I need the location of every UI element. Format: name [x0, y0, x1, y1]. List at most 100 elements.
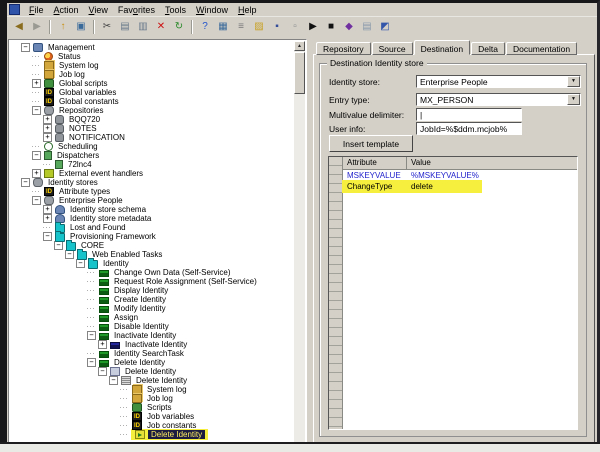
- tree-item-system-log[interactable]: System log: [10, 61, 293, 70]
- scrollbar-up-icon[interactable]: ▲: [294, 41, 305, 51]
- tree-item-attribute-types[interactable]: Attribute types: [10, 187, 293, 196]
- tree-expander-toggle[interactable]: −: [109, 376, 118, 385]
- tree-item-identity-searchtask[interactable]: Identity SearchTask: [10, 349, 293, 358]
- identity-store-select[interactable]: Enterprise People ▼: [416, 75, 581, 88]
- tree-item-identity-store-schema[interactable]: + Identity store schema: [10, 205, 293, 214]
- show-window-button[interactable]: ▦: [214, 19, 232, 36]
- attribute-column-header[interactable]: Attribute: [343, 157, 407, 169]
- tab-repository[interactable]: Repository: [316, 42, 371, 55]
- tree-item-delete-identity[interactable]: Delete Identity: [10, 428, 293, 440]
- tree-expander-toggle[interactable]: −: [76, 259, 85, 268]
- chevron-down-icon[interactable]: ▼: [567, 94, 580, 105]
- table-row[interactable]: MSKEYVALUE %MSKEYVALUE%: [343, 170, 577, 181]
- run-button[interactable]: ▶: [304, 19, 322, 36]
- tab-destination[interactable]: Destination: [413, 40, 471, 55]
- tree-item-system-log[interactable]: System log: [10, 385, 293, 394]
- menu-action[interactable]: Action: [49, 4, 84, 16]
- tree-item-modify-identity[interactable]: Modify Identity: [10, 304, 293, 313]
- help-button[interactable]: ?: [196, 19, 214, 36]
- table-row[interactable]: ChangeType delete: [342, 180, 577, 193]
- tree-item-provisioning-framework[interactable]: − Provisioning Framework: [10, 230, 293, 242]
- tree-item-enterprise-people[interactable]: − Enterprise People: [10, 196, 293, 205]
- tree-item-identity[interactable]: − Identity: [10, 257, 293, 269]
- tree-expander-toggle[interactable]: +: [32, 79, 41, 88]
- menu-favorites[interactable]: Favorites: [113, 4, 160, 16]
- tree-item-web-enabled-tasks[interactable]: − Web Enabled Tasks: [10, 248, 293, 260]
- tree-expander-toggle[interactable]: −: [32, 106, 41, 115]
- tree-expander-toggle[interactable]: −: [32, 196, 41, 205]
- cut-button[interactable]: ✂: [98, 19, 116, 36]
- chevron-down-icon[interactable]: ▼: [567, 76, 580, 87]
- tree-item-inactivate-identity[interactable]: − Inactivate Identity: [10, 331, 293, 340]
- row-selector-column[interactable]: [329, 157, 343, 429]
- tree-expander-toggle[interactable]: +: [43, 133, 52, 142]
- tree-expander-toggle[interactable]: −: [43, 232, 52, 241]
- tree-item-management[interactable]: − Management: [10, 43, 293, 52]
- up-one-level-button[interactable]: ↑: [54, 19, 72, 36]
- tree-item-core[interactable]: − CORE: [10, 239, 293, 251]
- tree-item-global-scripts[interactable]: + Global scripts: [10, 79, 293, 88]
- refresh-button[interactable]: ↻: [170, 19, 188, 36]
- tree-item-global-constants[interactable]: Global constants: [10, 97, 293, 106]
- tree-item-delete-identity[interactable]: − Delete Identity: [10, 367, 293, 376]
- tree-expander-toggle[interactable]: −: [54, 241, 63, 250]
- tree-item-assign[interactable]: Assign: [10, 313, 293, 322]
- tree-item-global-variables[interactable]: Global variables: [10, 88, 293, 97]
- tree-item-notification[interactable]: + NOTIFICATION: [10, 133, 293, 142]
- tree-item-identity-store-metadata[interactable]: + Identity store metadata: [10, 214, 293, 223]
- tree-expander-toggle[interactable]: −: [21, 178, 30, 187]
- menu-file[interactable]: File: [24, 4, 49, 16]
- tree-expander-toggle[interactable]: −: [98, 367, 107, 376]
- tree-expander-toggle[interactable]: −: [87, 358, 96, 367]
- tree-item-job-variables[interactable]: Job variables: [10, 412, 293, 421]
- tree-expander-toggle[interactable]: +: [43, 214, 52, 223]
- save-button[interactable]: ▪: [268, 19, 286, 36]
- scrollbar-thumb[interactable]: [294, 52, 305, 94]
- tab-source[interactable]: Source: [371, 42, 413, 55]
- tree-item-scripts[interactable]: Scripts: [10, 403, 293, 412]
- tree-expander-toggle[interactable]: +: [43, 115, 52, 124]
- tree-item-delete-identity[interactable]: − Delete Identity: [10, 358, 293, 367]
- tree-expander-toggle[interactable]: +: [43, 205, 52, 214]
- book-button[interactable]: ◆: [340, 19, 358, 36]
- multivalue-delimiter-input[interactable]: [416, 108, 522, 121]
- tree-item-dispatchers[interactable]: − Dispatchers: [10, 151, 293, 160]
- paste-button[interactable]: ▥: [134, 19, 152, 36]
- tree-item-request-role-assignment-self-service[interactable]: Request Role Assignment (Self-Service): [10, 277, 293, 286]
- console-tree-button[interactable]: ≡: [232, 19, 250, 36]
- tree-expander-toggle[interactable]: −: [65, 250, 74, 259]
- menu-view[interactable]: View: [84, 4, 113, 16]
- tree-expander-toggle[interactable]: +: [98, 340, 107, 349]
- new-document-button[interactable]: ▫: [286, 19, 304, 36]
- tree-expander-toggle[interactable]: −: [87, 331, 96, 340]
- entry-type-select[interactable]: MX_PERSON ▼: [416, 93, 581, 106]
- tree-expander-toggle[interactable]: +: [32, 169, 41, 178]
- user-info-input[interactable]: [416, 122, 522, 135]
- show-properties-button[interactable]: ▣: [72, 19, 90, 36]
- tree-item-identity-stores[interactable]: − Identity stores: [10, 178, 293, 187]
- tree-item-external-event-handlers[interactable]: + External event handlers: [10, 169, 293, 178]
- tree-item-lost-and-found[interactable]: Lost and Found: [10, 221, 293, 233]
- tab-documentation[interactable]: Documentation: [505, 42, 578, 55]
- tree-item-job-log[interactable]: Job log: [10, 394, 293, 403]
- delete-button[interactable]: ✕: [152, 19, 170, 36]
- export-button[interactable]: ◩: [376, 19, 394, 36]
- insert-template-button[interactable]: Insert template: [329, 135, 413, 152]
- menu-tools[interactable]: Tools: [160, 4, 191, 16]
- tree-item-notes[interactable]: + NOTES: [10, 124, 293, 133]
- tree-item-create-identity[interactable]: Create Identity: [10, 295, 293, 304]
- menu-window[interactable]: Window: [191, 4, 233, 16]
- tree-item-status[interactable]: Status: [10, 52, 293, 61]
- tree-expander-toggle[interactable]: −: [32, 151, 41, 160]
- stop-button[interactable]: ■: [322, 19, 340, 36]
- forward-button[interactable]: ▶: [28, 19, 46, 36]
- tree-scrollbar[interactable]: ▲: [294, 41, 305, 442]
- copy-button[interactable]: ▤: [116, 19, 134, 36]
- value-column-header[interactable]: Value: [407, 157, 577, 169]
- tree-item-72lnc4[interactable]: 72lnc4: [10, 160, 293, 169]
- open-folder-button[interactable]: ▨: [250, 19, 268, 36]
- tree-item-scheduling[interactable]: Scheduling: [10, 142, 293, 151]
- tree-expander-toggle[interactable]: −: [21, 43, 30, 52]
- back-button[interactable]: ◀: [10, 19, 28, 36]
- notes-button[interactable]: ▤: [358, 19, 376, 36]
